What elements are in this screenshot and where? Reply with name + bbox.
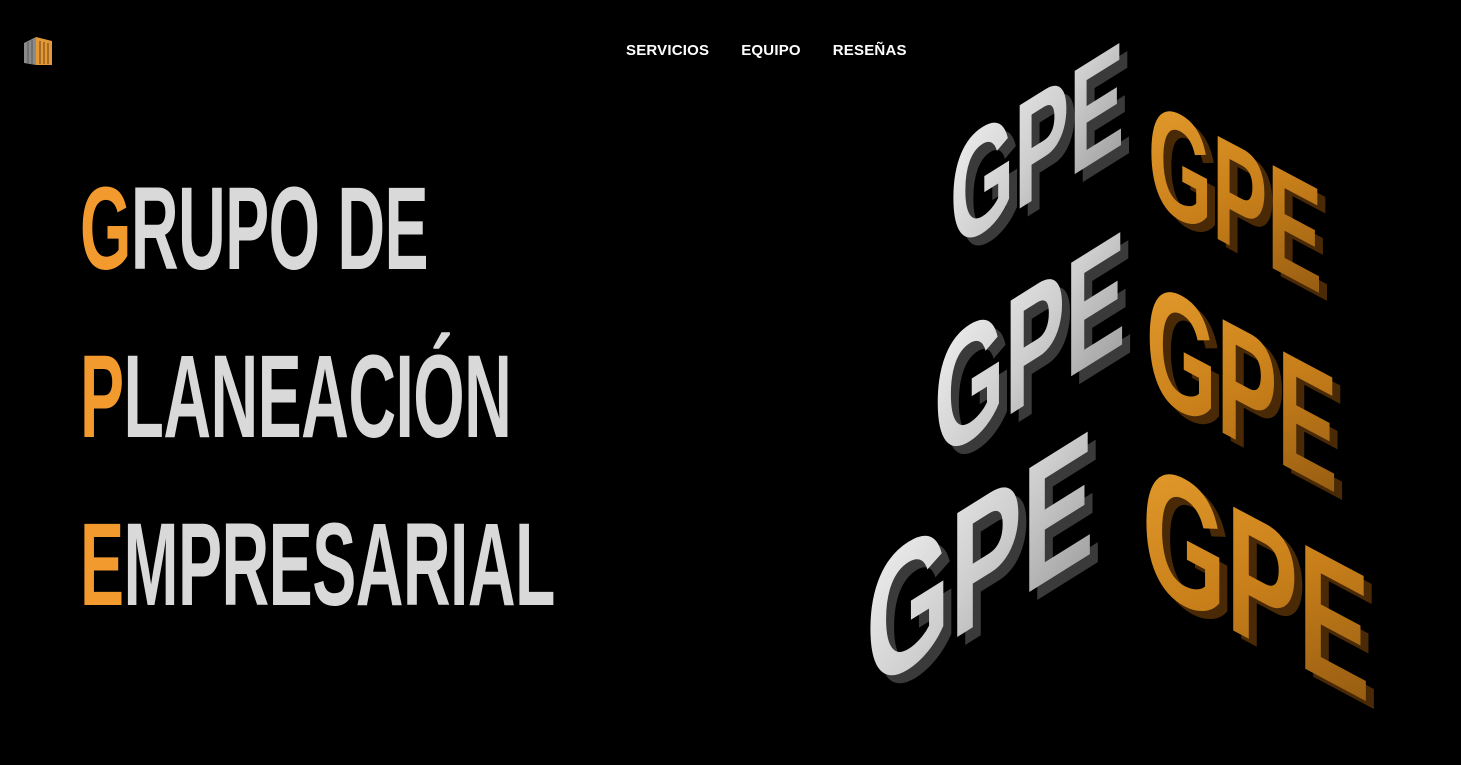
- gpe-3d-artwork: GPE GPE GPE GPE GPE GPE GPE GPE GPE GPE …: [850, 30, 1440, 750]
- hero-line-1-text: RUPO DE: [130, 163, 429, 295]
- hero-initial-e: E: [80, 499, 124, 631]
- hero-title: GRUPO DE PLANEACIÓN EMPRESARIAL: [80, 170, 928, 674]
- hero-line-3: EMPRESARIAL: [80, 506, 555, 674]
- hero-line-2-text: LANEACIÓN: [123, 331, 512, 463]
- hero-initial-g: G: [80, 163, 131, 295]
- hero-line-1: GRUPO DE: [80, 170, 555, 338]
- hero-line-2: PLANEACIÓN: [80, 338, 555, 506]
- nav-equipo-link[interactable]: EQUIPO: [741, 41, 801, 61]
- gpe-silver-column: GPE GPE GPE GPE GPE GPE: [866, 30, 1134, 741]
- hero-initial-p: P: [80, 331, 124, 463]
- nav-servicios-link[interactable]: SERVICIOS: [626, 41, 709, 61]
- gpe-gold-column: GPE GPE GPE GPE GPE GPE: [1142, 68, 1378, 750]
- building-logo-graphic: [24, 37, 52, 65]
- building-logo-icon[interactable]: [22, 33, 54, 67]
- gpe-artwork-graphic: GPE GPE GPE GPE GPE GPE GPE GPE GPE GPE …: [866, 30, 1378, 750]
- hero-line-3-text: MPRESARIAL: [123, 499, 556, 631]
